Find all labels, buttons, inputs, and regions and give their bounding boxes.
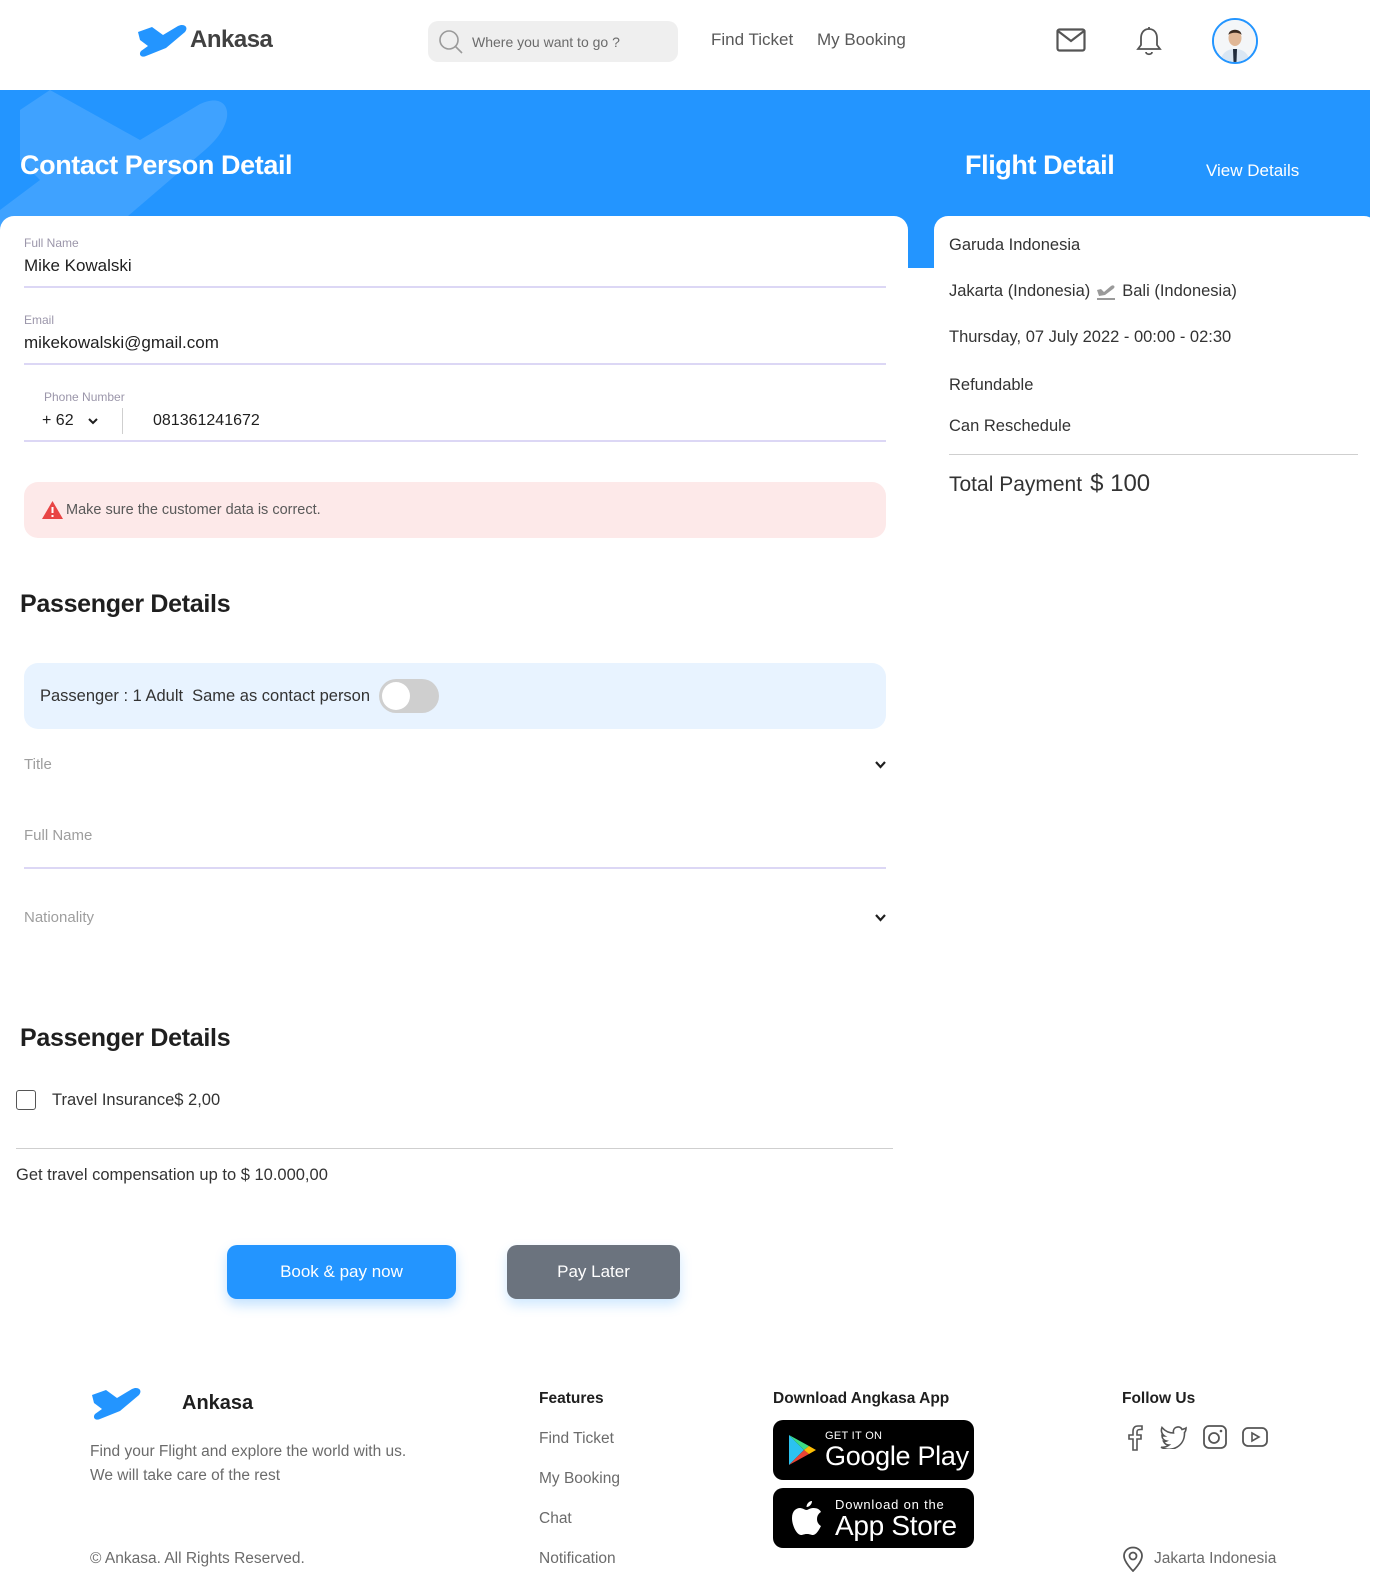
brand-name: Ankasa [190,26,273,53]
youtube-icon[interactable] [1242,1427,1268,1452]
travel-insurance-option: Travel Insurance$ 2,00 [16,1090,220,1110]
passenger-bar: Passenger : 1 Adult Same as contact pers… [24,663,886,729]
plane-logo-icon [138,24,187,57]
country-code-value: + 62 [42,412,74,429]
footer-link-notification[interactable]: Notification [539,1550,616,1568]
title-placeholder: Title [24,756,52,773]
warning-icon [42,501,63,519]
email-label: Email [24,313,55,327]
avatar[interactable] [1212,18,1258,64]
search-input[interactable] [472,33,662,50]
alert-text: Make sure the customer data is correct. [66,502,321,518]
warning-alert: Make sure the customer data is correct. [24,482,886,538]
chevron-down-icon [87,417,98,424]
phone-number-input[interactable]: 081361241672 [153,412,260,430]
app-store-badge[interactable]: Download on the App Store [773,1488,974,1548]
copyright: © Ankasa. All Rights Reserved. [90,1550,305,1567]
location-row: Jakarta Indonesia [1122,1546,1276,1572]
download-heading: Download Angkasa App [773,1390,950,1407]
nav-my-booking[interactable]: My Booking [817,30,906,50]
passenger-full-name-input[interactable] [24,827,886,844]
plane-route-icon [1097,284,1116,300]
contact-phone-field: Phone Number + 62 081361241672 [24,390,886,442]
travel-insurance-checkbox[interactable] [16,1090,36,1110]
passenger-summary: Passenger : 1 Adult [40,686,184,705]
footer-brand-name: Ankasa [182,1391,254,1414]
toggle-knob [382,682,411,710]
compensation-text: Get travel compensation up to $ 10.000,0… [16,1166,328,1184]
flight-title: Flight Detail [965,150,1115,180]
flight-route: Jakarta (Indonesia) Bali (Indonesia) [949,282,1237,301]
chevron-down-icon [875,913,886,922]
title-select[interactable]: Title [24,756,886,773]
google-play-icon [789,1435,816,1465]
app-store-big: App Store [835,1509,957,1541]
footer-link-find-ticket[interactable]: Find Ticket [539,1430,614,1448]
contact-full-name-field[interactable]: Full Name Mike Kowalski [24,236,886,288]
insurance-divider [16,1148,893,1149]
plane-logo-icon [92,1387,141,1420]
bell-icon[interactable] [1136,26,1162,61]
route-from: Jakarta (Indonesia) [949,282,1091,300]
airline-name: Garuda Indonesia [949,236,1081,254]
full-name-label: Full Name [24,236,79,250]
book-pay-now-button[interactable]: Book & pay now [227,1245,456,1299]
search-icon [439,29,463,54]
full-name-value: Mike Kowalski [24,256,132,275]
follow-heading: Follow Us [1122,1390,1196,1407]
footer-link-my-booking[interactable]: My Booking [539,1470,620,1488]
total-payment: Total Payment $ 100 [949,470,1150,498]
nav-find-ticket[interactable]: Find Ticket [711,30,793,50]
navbar: Ankasa Find Ticket My Booking [0,0,1378,90]
facebook-icon[interactable] [1125,1425,1145,1456]
total-label: Total Payment [949,473,1083,496]
user-avatar-icon [1214,20,1256,62]
email-value: mikekowalski@gmail.com [24,333,219,352]
same-as-contact-label: Same as contact person [192,686,371,705]
flight-schedule: Thursday, 07 July 2022 - 00:00 - 02:30 [949,328,1232,346]
apple-icon [792,1501,821,1535]
twitter-icon[interactable] [1160,1425,1188,1454]
nationality-placeholder: Nationality [24,909,95,926]
contact-title: Contact Person Detail [20,150,293,180]
refundable-label: Refundable [949,376,1034,394]
country-code-select[interactable]: + 62 [42,412,112,430]
flight-divider [949,454,1358,455]
footer-brand: Ankasa [90,1385,253,1421]
nationality-select[interactable]: Nationality [24,909,886,926]
features-heading: Features [539,1390,604,1407]
pay-later-button[interactable]: Pay Later [507,1245,680,1299]
google-play-big: Google Play [825,1441,969,1471]
instagram-icon[interactable] [1203,1425,1227,1454]
same-as-contact-toggle[interactable] [379,679,440,713]
mail-icon[interactable] [1056,28,1086,57]
google-play-badge[interactable]: GET IT ON Google Play [773,1420,974,1480]
passenger-full-name-field [24,825,886,869]
map-pin-icon [1123,1546,1143,1572]
insurance-heading: Passenger Details [20,1024,231,1052]
phone-divider [122,408,123,434]
footer-description: Find your Flight and explore the world w… [90,1443,407,1484]
footer-link-chat[interactable]: Chat [539,1510,572,1528]
view-details-link[interactable]: View Details [1206,161,1299,181]
travel-insurance-label: Travel Insurance$ 2,00 [52,1090,221,1109]
passenger-details-heading: Passenger Details [20,590,231,618]
contact-email-field[interactable]: Email mikekowalski@gmail.com [24,313,886,365]
phone-label: Phone Number [44,390,125,404]
total-amount: $ 100 [1090,470,1151,497]
location-text: Jakarta Indonesia [1154,1550,1277,1567]
reschedule-label: Can Reschedule [949,417,1071,435]
brand-logo[interactable]: Ankasa [136,22,273,58]
search-box[interactable] [428,21,678,62]
route-to: Bali (Indonesia) [1122,282,1237,300]
chevron-down-icon [875,760,886,769]
